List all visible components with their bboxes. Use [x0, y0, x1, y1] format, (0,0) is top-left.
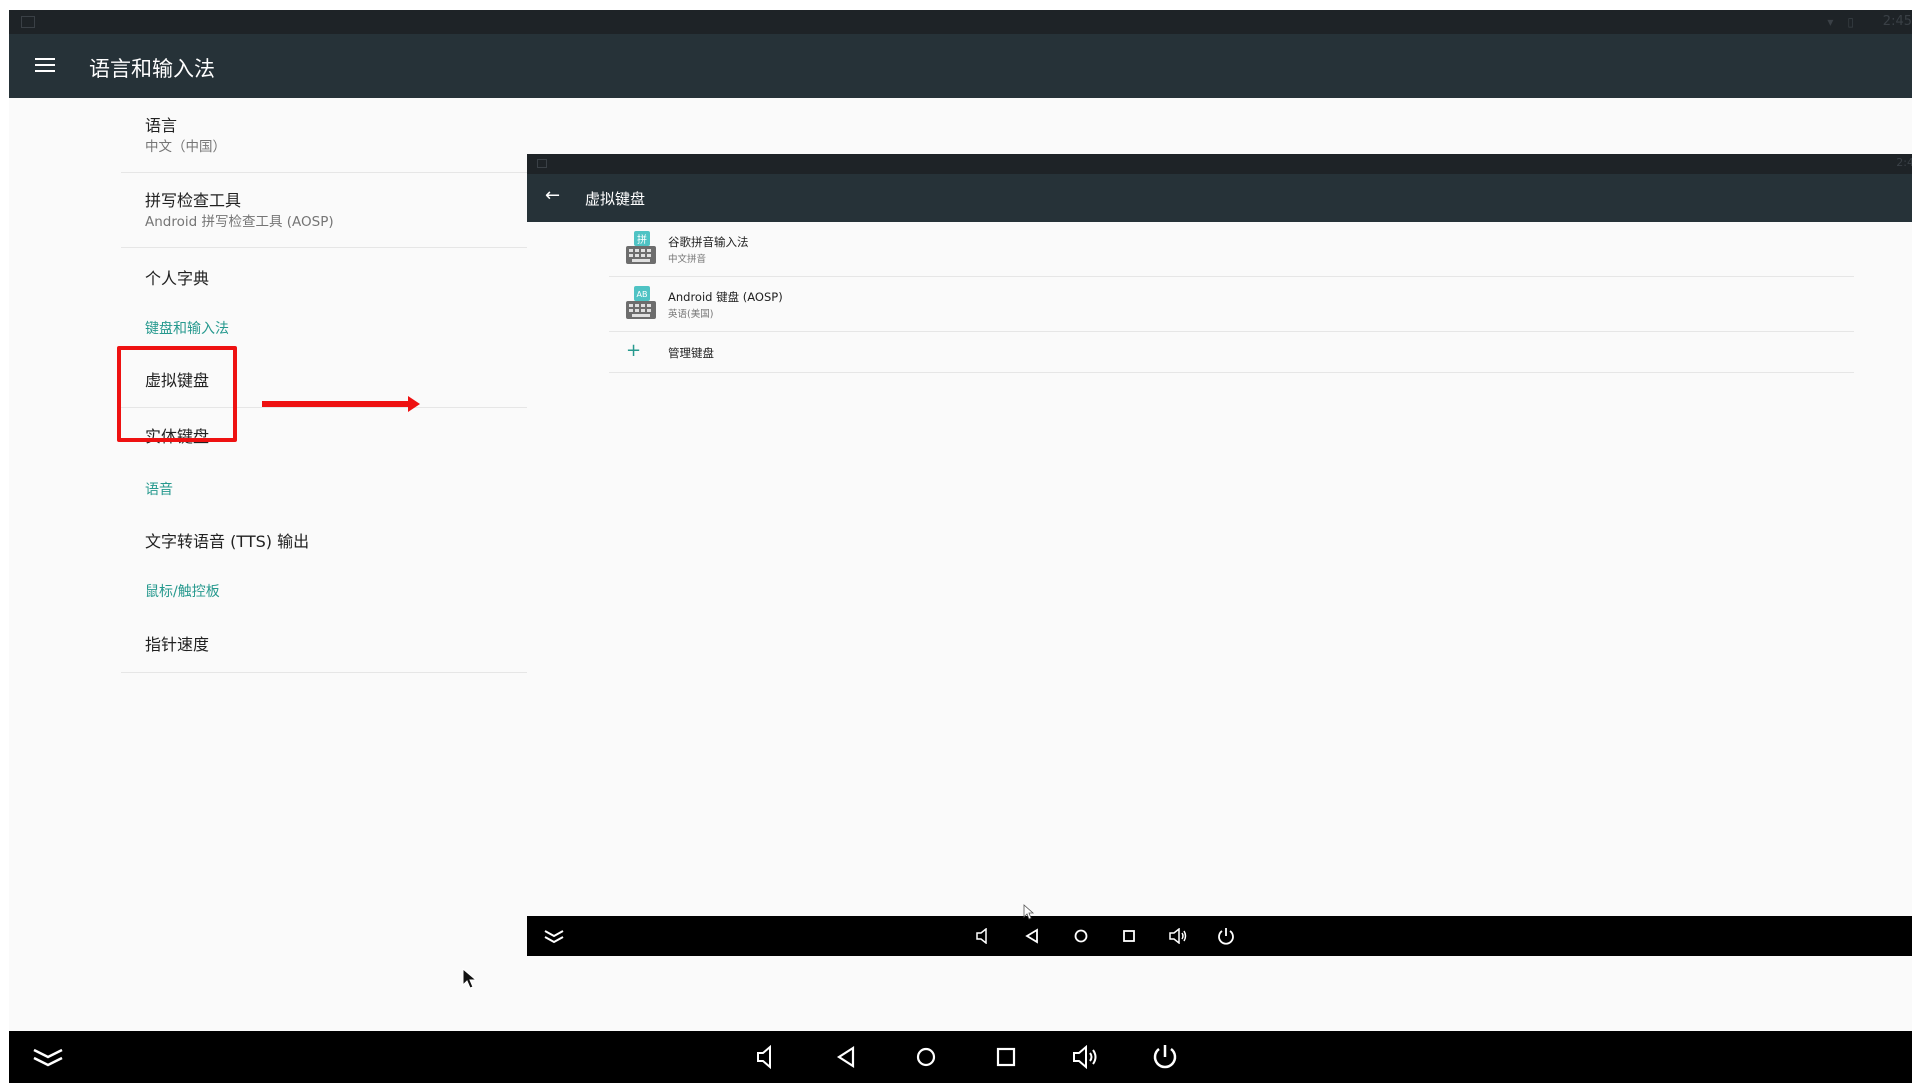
sub-power-icon[interactable]	[1216, 926, 1236, 946]
personal-dictionary-item[interactable]: 个人字典	[121, 248, 531, 300]
android-keyboard-icon: AB	[626, 286, 656, 319]
signal-battery-icons: ▾▯	[1827, 15, 1868, 29]
sub-back-icon[interactable]	[1025, 928, 1039, 944]
tts-output-title: 文字转语音 (TTS) 输出	[145, 532, 310, 551]
sub-status-time: 2:45	[1896, 156, 1912, 169]
android-keyboard-badge: AB	[637, 290, 648, 299]
status-bar: ▾▯ 2:45	[9, 10, 1912, 34]
sub-volume-up-icon[interactable]	[1168, 928, 1188, 944]
notification-icon	[21, 16, 35, 28]
collapse-icon[interactable]	[31, 1045, 65, 1069]
language-title: 语言	[145, 116, 178, 135]
google-pinyin-badge: 拼	[637, 233, 647, 246]
category-mouse-label: 鼠标/触控板	[145, 584, 220, 600]
manage-keyboards-title: 管理键盘	[668, 346, 714, 360]
spellchecker-item[interactable]: 拼写检查工具 Android 拼写检查工具 (AOSP)	[121, 173, 531, 248]
language-summary: 中文（中国）	[145, 139, 226, 155]
power-icon[interactable]	[1150, 1042, 1180, 1072]
keyboard-item-android-aosp[interactable]: AB Android 键盘 (AOSP) 英语(美国)	[609, 277, 1854, 332]
volume-down-icon[interactable]	[754, 1045, 778, 1069]
menu-icon[interactable]	[35, 58, 55, 74]
category-mouse: 鼠标/触控板	[121, 565, 531, 617]
android-keyboard-summary: 英语(美国)	[668, 309, 714, 320]
google-pinyin-summary: 中文拼音	[668, 254, 707, 265]
sub-mouse-cursor-icon	[1023, 904, 1035, 920]
category-speech: 语音	[121, 463, 531, 513]
keyboard-list: 拼 谷歌拼音输入法 中文拼音 AB Android 键盘 (AOSP) 英语(美…	[609, 222, 1854, 373]
tts-output-item[interactable]: 文字转语音 (TTS) 输出	[121, 513, 531, 565]
sub-home-icon[interactable]	[1073, 928, 1089, 944]
back-arrow-icon[interactable]: ←	[545, 185, 560, 206]
back-icon[interactable]	[836, 1045, 856, 1069]
sub-recents-icon[interactable]	[1121, 928, 1137, 944]
sub-navigation-bar	[527, 916, 1912, 956]
sub-collapse-icon[interactable]	[543, 928, 565, 944]
sub-app-bar: ← 虚拟键盘	[527, 174, 1912, 222]
sub-page-title: 虚拟键盘	[585, 190, 646, 208]
google-pinyin-keyboard-icon: 拼	[626, 231, 656, 264]
category-keyboard-label: 键盘和输入法	[145, 321, 229, 337]
red-arrow-annotation	[262, 396, 420, 412]
language-item[interactable]: 语言 中文（中国）	[121, 98, 531, 173]
sub-volume-down-icon[interactable]	[974, 928, 992, 944]
spellchecker-title: 拼写检查工具	[145, 191, 242, 210]
spellchecker-summary: Android 拼写检查工具 (AOSP)	[145, 214, 334, 230]
google-pinyin-title: 谷歌拼音输入法	[668, 235, 749, 249]
sub-notification-icon	[537, 159, 547, 168]
android-keyboard-title: Android 键盘 (AOSP)	[668, 290, 783, 304]
volume-up-icon[interactable]	[1071, 1045, 1099, 1069]
navigation-bar	[9, 1031, 1912, 1083]
app-bar: 语言和输入法	[9, 34, 1912, 98]
android-screen: ▾▯ 2:45 语言和输入法 语言 中文（中国） 拼写检查工具 Android …	[9, 10, 1912, 1083]
sub-status-bar: 2:45	[527, 154, 1912, 174]
recents-icon[interactable]	[994, 1045, 1018, 1069]
category-speech-label: 语音	[145, 482, 173, 498]
highlight-box	[117, 346, 237, 442]
personal-dictionary-title: 个人字典	[145, 269, 210, 288]
page-title: 语言和输入法	[89, 57, 215, 81]
keyboard-item-google-pinyin[interactable]: 拼 谷歌拼音输入法 中文拼音	[609, 222, 1854, 277]
mouse-cursor-icon	[462, 968, 478, 989]
pointer-speed-item[interactable]: 指针速度	[121, 617, 531, 673]
home-icon[interactable]	[914, 1045, 938, 1069]
plus-icon: +	[626, 340, 642, 361]
virtual-keyboard-screen: 2:45 ← 虚拟键盘 拼 谷歌拼音输入法 中文拼音	[527, 154, 1912, 956]
pointer-speed-title: 指针速度	[145, 635, 210, 654]
status-time: 2:45	[1882, 14, 1912, 29]
manage-keyboards-item[interactable]: + 管理键盘	[609, 332, 1854, 373]
